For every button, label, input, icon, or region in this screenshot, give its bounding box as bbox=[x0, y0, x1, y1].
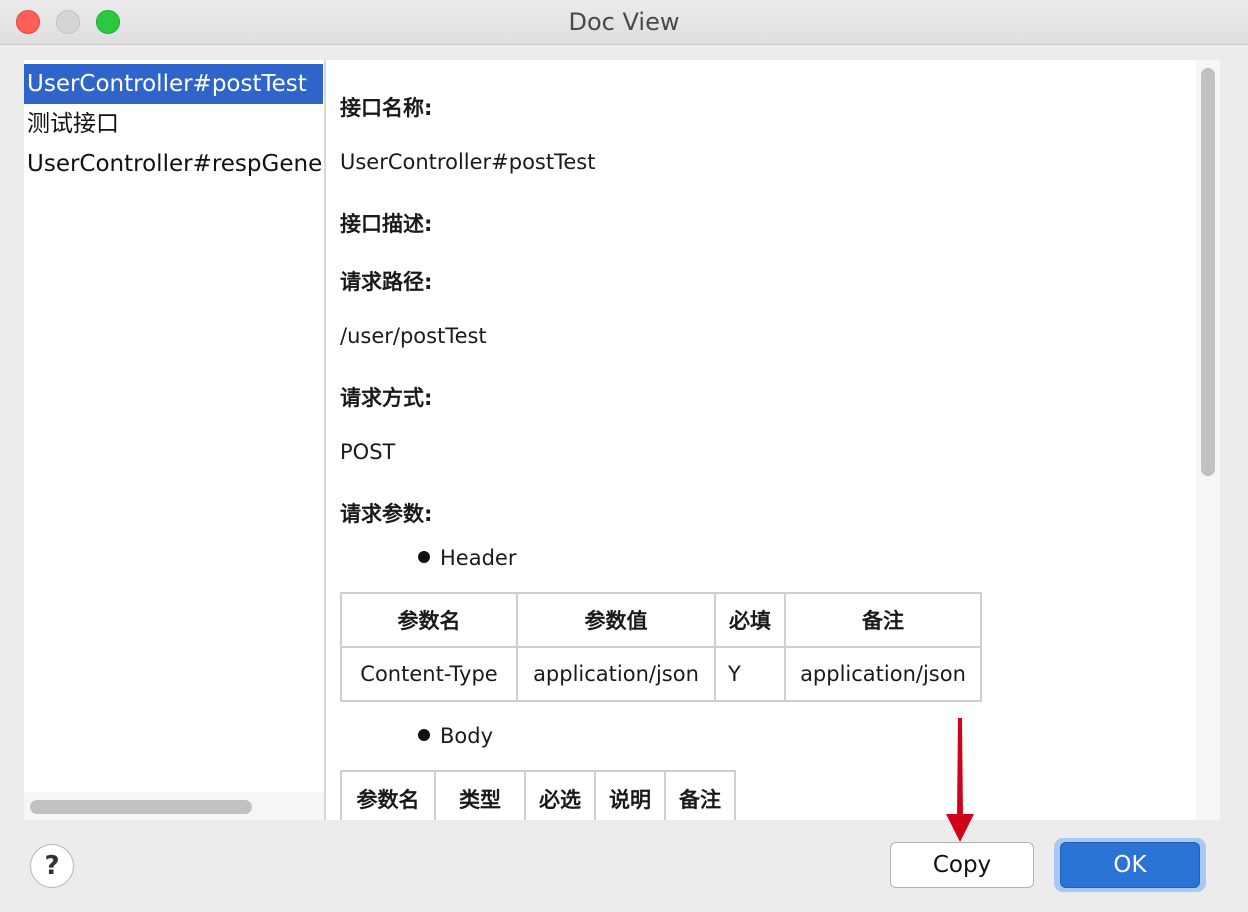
doc-content-panel: 接口名称: UserController#postTest 接口描述: 请求路径… bbox=[326, 60, 1220, 820]
list-horizontal-scrollbar[interactable] bbox=[24, 792, 324, 820]
header-params-table: 参数名 参数值 必填 备注 Content-Type application/j… bbox=[340, 592, 982, 702]
table-header-cell: 备注 bbox=[664, 770, 736, 820]
table-header-cell: 参数值 bbox=[516, 592, 716, 648]
table-cell: application/json bbox=[516, 646, 716, 702]
table-header-cell: 类型 bbox=[434, 770, 526, 820]
request-path-value: /user/postTest bbox=[340, 324, 487, 348]
table-cell: application/json bbox=[784, 646, 982, 702]
table-header-cell: 参数名 bbox=[340, 770, 436, 820]
table-header-cell: 备注 bbox=[784, 592, 982, 648]
list-item-test-interface[interactable]: 测试接口 bbox=[24, 104, 119, 144]
table-cell: Content-Type bbox=[340, 646, 518, 702]
help-button[interactable]: ? bbox=[30, 844, 74, 888]
title-bar: Doc View bbox=[0, 0, 1248, 45]
table-row: Content-Type application/json Y applicat… bbox=[340, 646, 982, 702]
interface-desc-label: 接口描述: bbox=[340, 212, 433, 236]
request-method-value: POST bbox=[340, 440, 396, 464]
interface-name-value: UserController#postTest bbox=[340, 150, 596, 174]
ok-button[interactable]: OK bbox=[1060, 842, 1200, 888]
header-section-label: Header bbox=[440, 546, 517, 570]
body-section: Body bbox=[418, 724, 493, 748]
table-header-cell: 必选 bbox=[524, 770, 596, 820]
copy-button[interactable]: Copy bbox=[890, 842, 1034, 888]
bullet-icon bbox=[418, 551, 430, 563]
interface-list: UserController#postTest 测试接口 UserControl… bbox=[24, 60, 324, 820]
window-title: Doc View bbox=[568, 8, 680, 36]
body-params-table: 参数名 类型 必选 说明 备注 bbox=[340, 770, 736, 820]
request-method-label: 请求方式: bbox=[340, 386, 433, 410]
list-horizontal-scroll-thumb[interactable] bbox=[30, 800, 252, 814]
bullet-icon bbox=[418, 729, 430, 741]
table-header-cell: 说明 bbox=[594, 770, 666, 820]
content-vertical-scroll-thumb[interactable] bbox=[1201, 68, 1215, 476]
doc-view-window: Doc View UserController#postTest 测试接口 Us… bbox=[0, 0, 1248, 912]
content-vertical-scrollbar[interactable] bbox=[1196, 60, 1220, 820]
table-header-cell: 参数名 bbox=[340, 592, 518, 648]
header-section: Header bbox=[418, 546, 516, 570]
help-icon: ? bbox=[44, 851, 60, 881]
table-header-row: 参数名 参数值 必填 备注 bbox=[340, 592, 982, 648]
body-section-label: Body bbox=[440, 724, 494, 748]
annotation-arrow bbox=[946, 718, 974, 842]
list-item-postTest[interactable]: UserController#postTest bbox=[24, 64, 323, 104]
table-header-cell: 必填 bbox=[714, 592, 786, 648]
table-cell: Y bbox=[714, 646, 786, 702]
interface-name-label: 接口名称: bbox=[340, 96, 433, 120]
table-header-row: 参数名 类型 必选 说明 备注 bbox=[340, 770, 736, 820]
list-item-respGene[interactable]: UserController#respGene bbox=[24, 144, 322, 184]
request-path-label: 请求路径: bbox=[340, 270, 433, 294]
request-params-label: 请求参数: bbox=[340, 502, 433, 526]
